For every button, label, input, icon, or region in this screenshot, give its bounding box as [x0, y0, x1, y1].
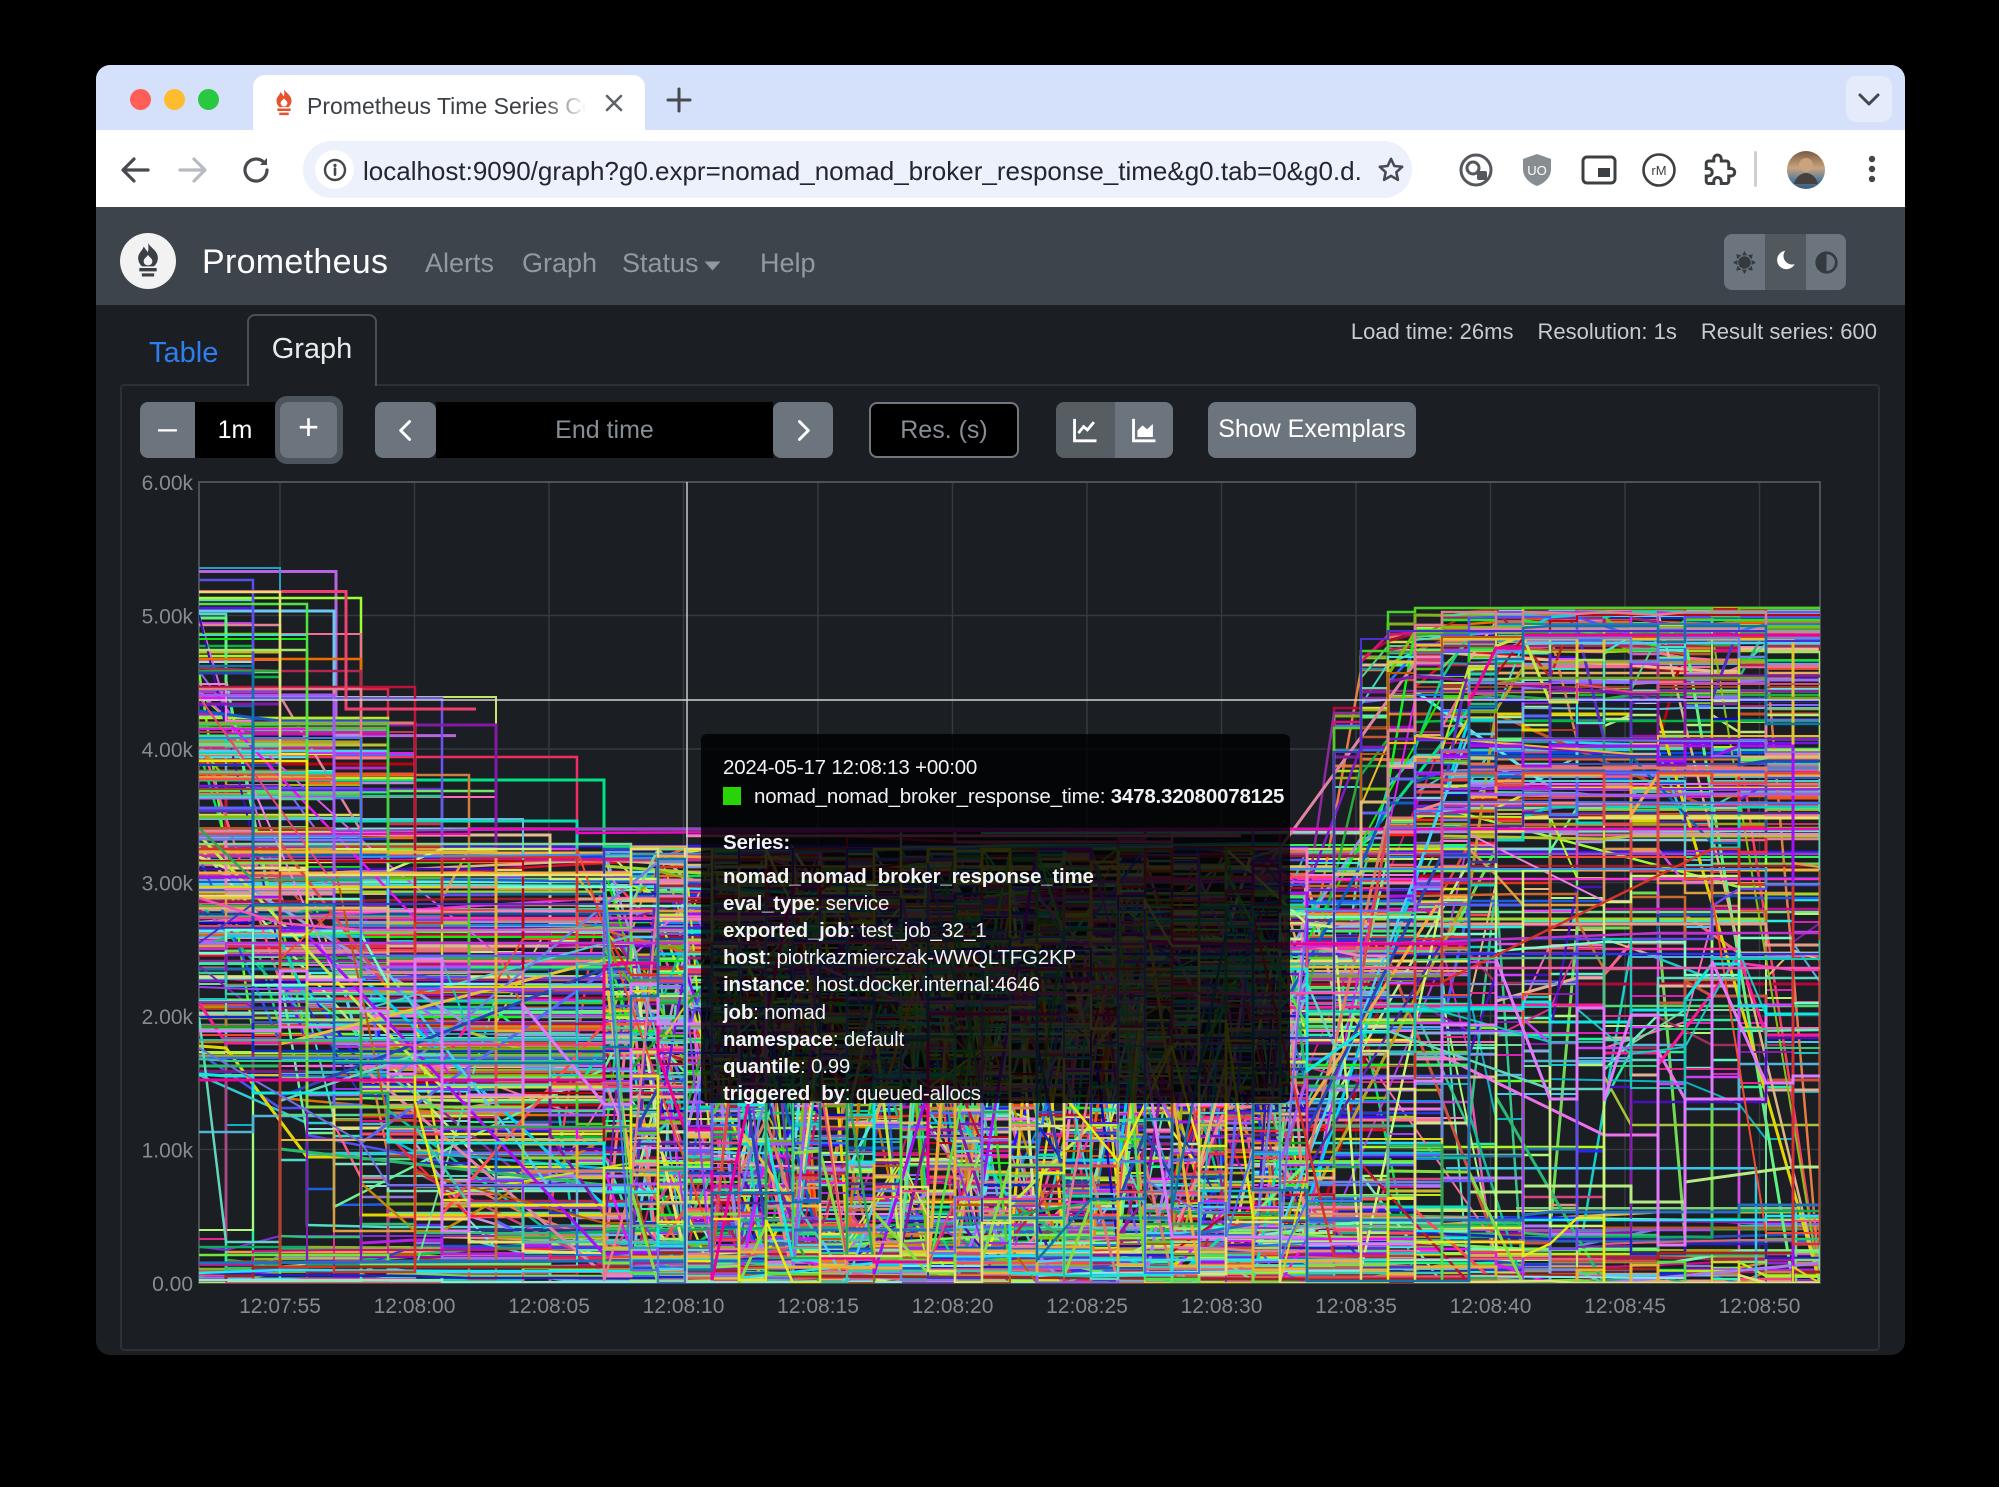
svg-text:12:08:30: 12:08:30 [1181, 1295, 1263, 1318]
svg-text:2.00k: 2.00k [142, 1006, 194, 1029]
svg-text:12:08:10: 12:08:10 [643, 1295, 725, 1318]
svg-text:12:08:00: 12:08:00 [374, 1295, 456, 1318]
svg-text:12:08:05: 12:08:05 [508, 1295, 590, 1318]
svg-text:12:07:55: 12:07:55 [239, 1295, 321, 1318]
svg-text:12:08:35: 12:08:35 [1315, 1295, 1397, 1318]
svg-text:5.00k: 5.00k [142, 606, 194, 629]
svg-text:4.00k: 4.00k [142, 739, 194, 762]
svg-text:6.00k: 6.00k [142, 472, 194, 495]
svg-text:12:08:40: 12:08:40 [1450, 1295, 1532, 1318]
svg-text:12:08:45: 12:08:45 [1584, 1295, 1666, 1318]
svg-text:1.00k: 1.00k [142, 1140, 194, 1163]
svg-text:12:08:50: 12:08:50 [1719, 1295, 1801, 1318]
svg-text:12:08:25: 12:08:25 [1046, 1295, 1128, 1318]
svg-text:12:08:20: 12:08:20 [912, 1295, 994, 1318]
svg-text:12:08:15: 12:08:15 [777, 1295, 859, 1318]
svg-text:0.00: 0.00 [152, 1273, 193, 1296]
svg-text:3.00k: 3.00k [142, 873, 194, 896]
